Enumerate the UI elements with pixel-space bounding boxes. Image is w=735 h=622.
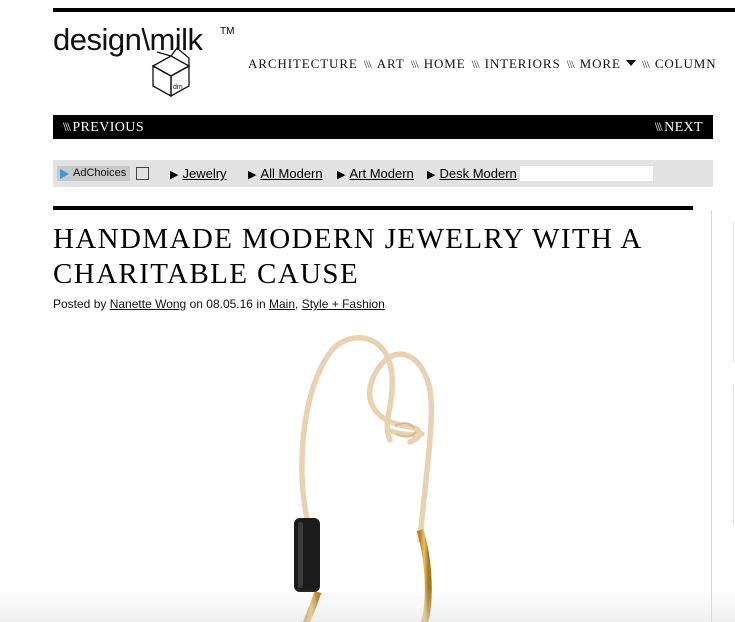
nav-separator: \\\: [641, 57, 650, 71]
article-title: HANDMADE MODERN JEWELRY WITH A CHARITABL…: [53, 223, 642, 290]
article-byline: Posted by Nanette Wong on 08.05.16 in Ma…: [53, 297, 385, 311]
previous-link[interactable]: \\\ PREVIOUS: [63, 119, 144, 136]
ad-link-label: Desk Modern: [439, 166, 517, 181]
byline-comma: ,: [295, 297, 299, 311]
design-milk-logo[interactable]: design\milk TM dm: [53, 20, 243, 100]
ad-blank-slot: [520, 166, 653, 181]
nav-art[interactable]: ART: [377, 56, 405, 72]
top-rule: [53, 8, 735, 12]
nav-separator: \\\: [471, 57, 480, 71]
next-link[interactable]: \\\ NEXT: [655, 119, 703, 136]
prev-marker: \\\: [63, 119, 71, 134]
nav-interiors[interactable]: INTERIORS: [485, 56, 561, 72]
logo-monogram: dm: [173, 84, 183, 91]
byline-on: on: [189, 297, 203, 311]
milk-carton-icon: dm: [151, 47, 191, 98]
post-date: 08.05.16: [206, 297, 253, 311]
jewelry-necklace-image: [294, 335, 435, 622]
sidebar-divider: [711, 210, 712, 622]
ad-link-label: Jewelry: [182, 166, 227, 181]
adchoices-badge[interactable]: AdChoices: [57, 166, 131, 181]
external-link-icon[interactable]: [136, 167, 149, 180]
ad-links-bar: AdChoices ▶ Jewelry ▶ All Modern ▶ Art Mode…: [53, 160, 713, 187]
nav-separator: \\\: [566, 57, 575, 71]
author-link[interactable]: Nanette Wong: [110, 297, 187, 311]
category-link-style-fashion[interactable]: Style + Fashion: [302, 297, 385, 311]
next-marker: \\\: [654, 119, 663, 134]
caret-down-icon: [625, 60, 636, 66]
play-arrow-icon: ▶: [170, 169, 179, 181]
nav-more-label: MORE: [579, 56, 621, 71]
category-link-main[interactable]: Main: [269, 297, 295, 311]
byline-posted-by: Posted by: [53, 297, 107, 311]
nav-separator: \\\: [363, 57, 372, 71]
play-arrow-icon: ▶: [248, 169, 257, 181]
ad-link-label: All Modern: [260, 166, 323, 181]
nav-home[interactable]: HOME: [424, 56, 466, 72]
article-rule: [53, 206, 693, 210]
play-arrow-icon: ▶: [337, 169, 346, 181]
main-nav: ARCHITECTURE \\\ ART \\\ HOME \\\ INTERIORS \\\…: [248, 56, 717, 72]
next-label: NEXT: [664, 120, 703, 135]
adchoices-label: AdChoices: [73, 167, 127, 179]
ad-link-label: Art Modern: [349, 166, 414, 181]
adchoices-icon: [60, 169, 69, 179]
prev-next-bar: \\\ PREVIOUS \\\ NEXT: [53, 115, 713, 139]
ad-link-art-modern[interactable]: ▶ Art Modern: [337, 166, 414, 181]
nav-architecture[interactable]: ARCHITECTURE: [248, 56, 358, 72]
ad-link-all-modern[interactable]: ▶ All Modern: [248, 166, 323, 181]
play-arrow-icon: ▶: [427, 169, 436, 181]
ad-link-desk-modern[interactable]: ▶ Desk Modern: [427, 166, 517, 181]
ad-link-jewelry[interactable]: ▶ Jewelry: [170, 166, 227, 181]
previous-label: PREVIOUS: [72, 120, 144, 135]
nav-separator: \\\: [410, 57, 419, 71]
nav-more[interactable]: MORE: [580, 56, 636, 72]
nav-column[interactable]: COLUMN: [655, 56, 717, 72]
byline-in: in: [256, 297, 266, 311]
logo-trademark: TM: [220, 26, 235, 37]
